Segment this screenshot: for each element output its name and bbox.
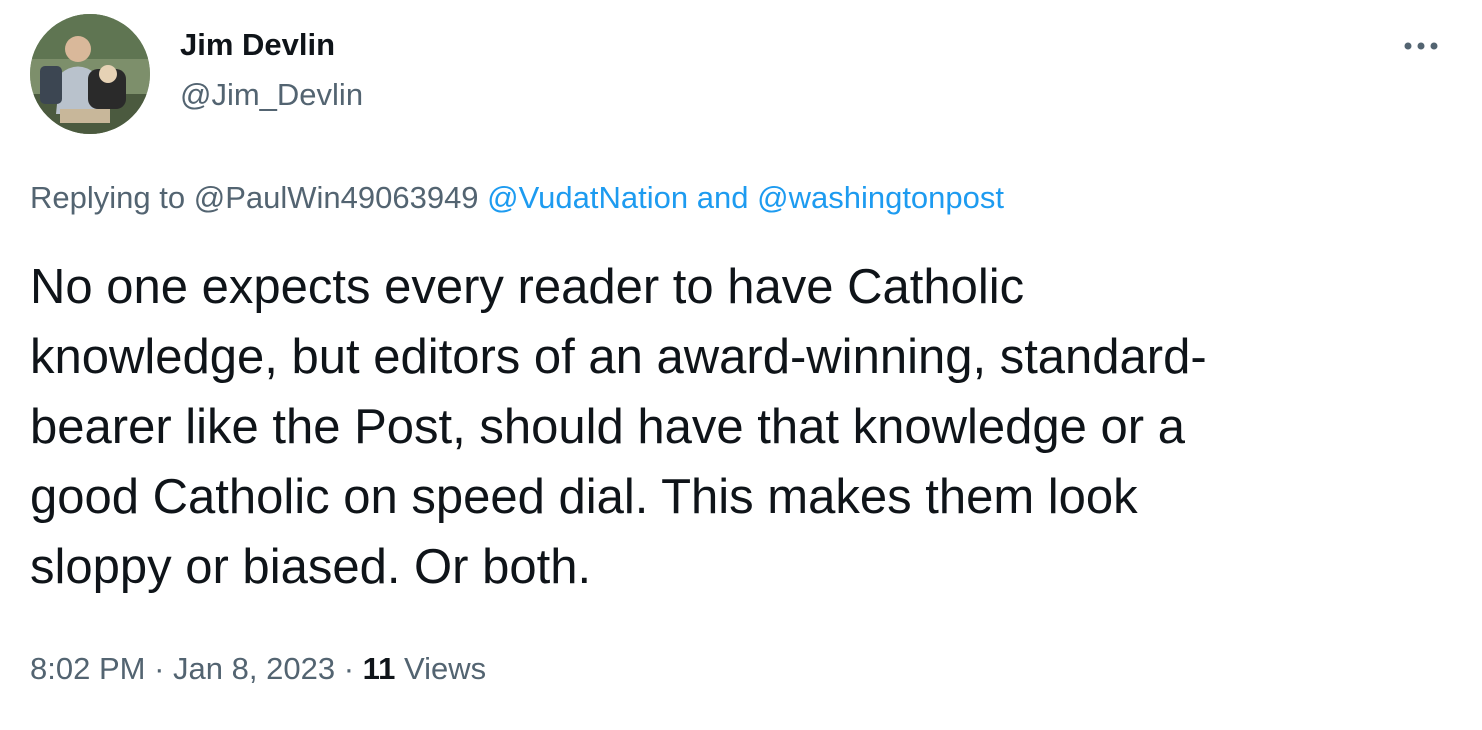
tweet-text: No one expects every reader to have Cath…: [30, 260, 1207, 594]
reply-conjunction[interactable]: and: [697, 180, 749, 215]
reply-mention-vudatnation[interactable]: @VudatNation: [487, 180, 688, 215]
more-options-button[interactable]: [1398, 26, 1444, 66]
avatar-photo: [30, 14, 150, 134]
replying-to-line: Replying to @PaulWin49063949 @VudatNatio…: [30, 179, 1004, 217]
reply-mention-paulwin[interactable]: @PaulWin49063949: [194, 180, 479, 215]
tweet-time[interactable]: 8:02 PM: [30, 651, 145, 686]
views-count: 11: [362, 651, 396, 686]
meta-separator: ·: [343, 651, 355, 686]
author-handle[interactable]: @Jim_Devlin: [180, 77, 363, 113]
views-label: Views: [404, 651, 487, 686]
reply-mention-washingtonpost[interactable]: @washingtonpost: [757, 180, 1004, 215]
tweet-metadata: 8:02 PM · Jan 8, 2023 · 11 Views: [30, 650, 486, 688]
avatar[interactable]: [30, 14, 150, 134]
meta-separator: ·: [154, 651, 165, 686]
tweet-date[interactable]: Jan 8, 2023: [173, 651, 335, 686]
more-horizontal-icon: [1404, 42, 1438, 50]
author-display-name[interactable]: Jim Devlin: [180, 27, 335, 63]
replying-to-label: Replying to: [30, 180, 186, 215]
